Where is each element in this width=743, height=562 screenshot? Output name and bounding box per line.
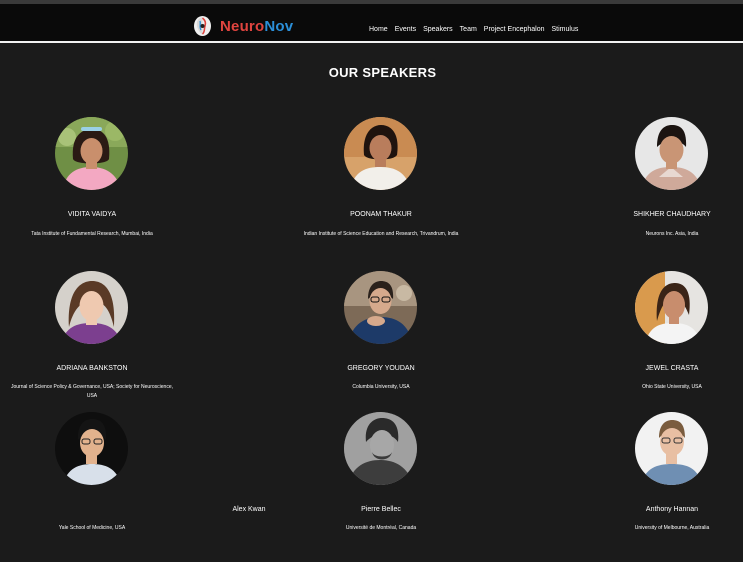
nav-stimulus[interactable]: Stimulus [552, 25, 579, 35]
speaker-name: VIDITA VAIDYA [67, 211, 117, 218]
portrait-icon [344, 412, 417, 485]
speaker-affiliation: Tata Institute of Fundamental Research, … [31, 231, 153, 237]
speaker-photo-alex-kwan [55, 412, 128, 485]
speaker-affiliation: Yale School of Medicine, USA [58, 525, 126, 531]
speaker-name: Pierre Bellec [361, 506, 401, 513]
section-title: OUR SPEAKERS [328, 65, 437, 80]
brain-logo-icon [194, 16, 211, 36]
speaker-affiliation: University of Melbourne, Australia [634, 525, 710, 531]
portrait-icon [344, 271, 417, 344]
speaker-photo-jewel-crasta [635, 271, 708, 344]
speaker-photo-poonam-thakur [344, 117, 417, 190]
speaker-affiliation: Journal of Science Policy & Governance, … [10, 384, 174, 399]
nav-events[interactable]: Events [395, 25, 416, 35]
portrait-icon [55, 412, 128, 485]
nav-links: Home Events Speakers Team Project Enceph… [369, 25, 578, 35]
speaker-affiliation: Ohio State University, USA [642, 384, 702, 390]
nav-speakers[interactable]: Speakers [423, 25, 453, 35]
speaker-photo-gregory-youdan [344, 271, 417, 344]
speaker-name: Anthony Hannan [645, 506, 699, 513]
brand-name-part1: Neuro [220, 17, 265, 35]
portrait-icon [55, 271, 128, 344]
nav-divider [0, 41, 743, 43]
brand-name-part2: Nov [264, 17, 294, 35]
navbar: NeuroNov Home Events Speakers Team Proje… [0, 4, 743, 41]
site-logo[interactable]: NeuroNov [193, 15, 293, 37]
speaker-photo-shikher-chaudhary [635, 117, 708, 190]
speaker-name: JEWEL CRASTA [645, 365, 699, 372]
speaker-affiliation: Neurons Inc. Asia, India [645, 231, 699, 237]
portrait-icon [635, 271, 708, 344]
portrait-icon [344, 117, 417, 190]
nav-team[interactable]: Team [460, 25, 477, 35]
portrait-icon [55, 117, 128, 190]
speaker-photo-anthony-hannan [635, 412, 708, 485]
speaker-name: GREGORY YOUDAN [347, 365, 415, 372]
portrait-icon [635, 412, 708, 485]
speaker-name: POONAM THAKUR [350, 211, 412, 218]
speaker-photo-pierre-bellec [344, 412, 417, 485]
speaker-affiliation: Indian Institute of Science Education an… [303, 231, 459, 237]
nav-project-encephalon[interactable]: Project Encephalon [484, 25, 545, 35]
speaker-affiliation: Columbia University, USA [352, 384, 410, 390]
speaker-photo-adriana-bankston [55, 271, 128, 344]
nav-home[interactable]: Home [369, 25, 388, 35]
brand-name: NeuroNov [220, 18, 293, 35]
portrait-icon [635, 117, 708, 190]
speaker-photo-vidita-vaidya [55, 117, 128, 190]
speaker-affiliation: Université de Montréal, Canada [345, 525, 417, 531]
speaker-name: SHIKHER CHAUDHARY [633, 211, 711, 218]
speaker-name: ADRIANA BANKSTON [56, 365, 128, 372]
